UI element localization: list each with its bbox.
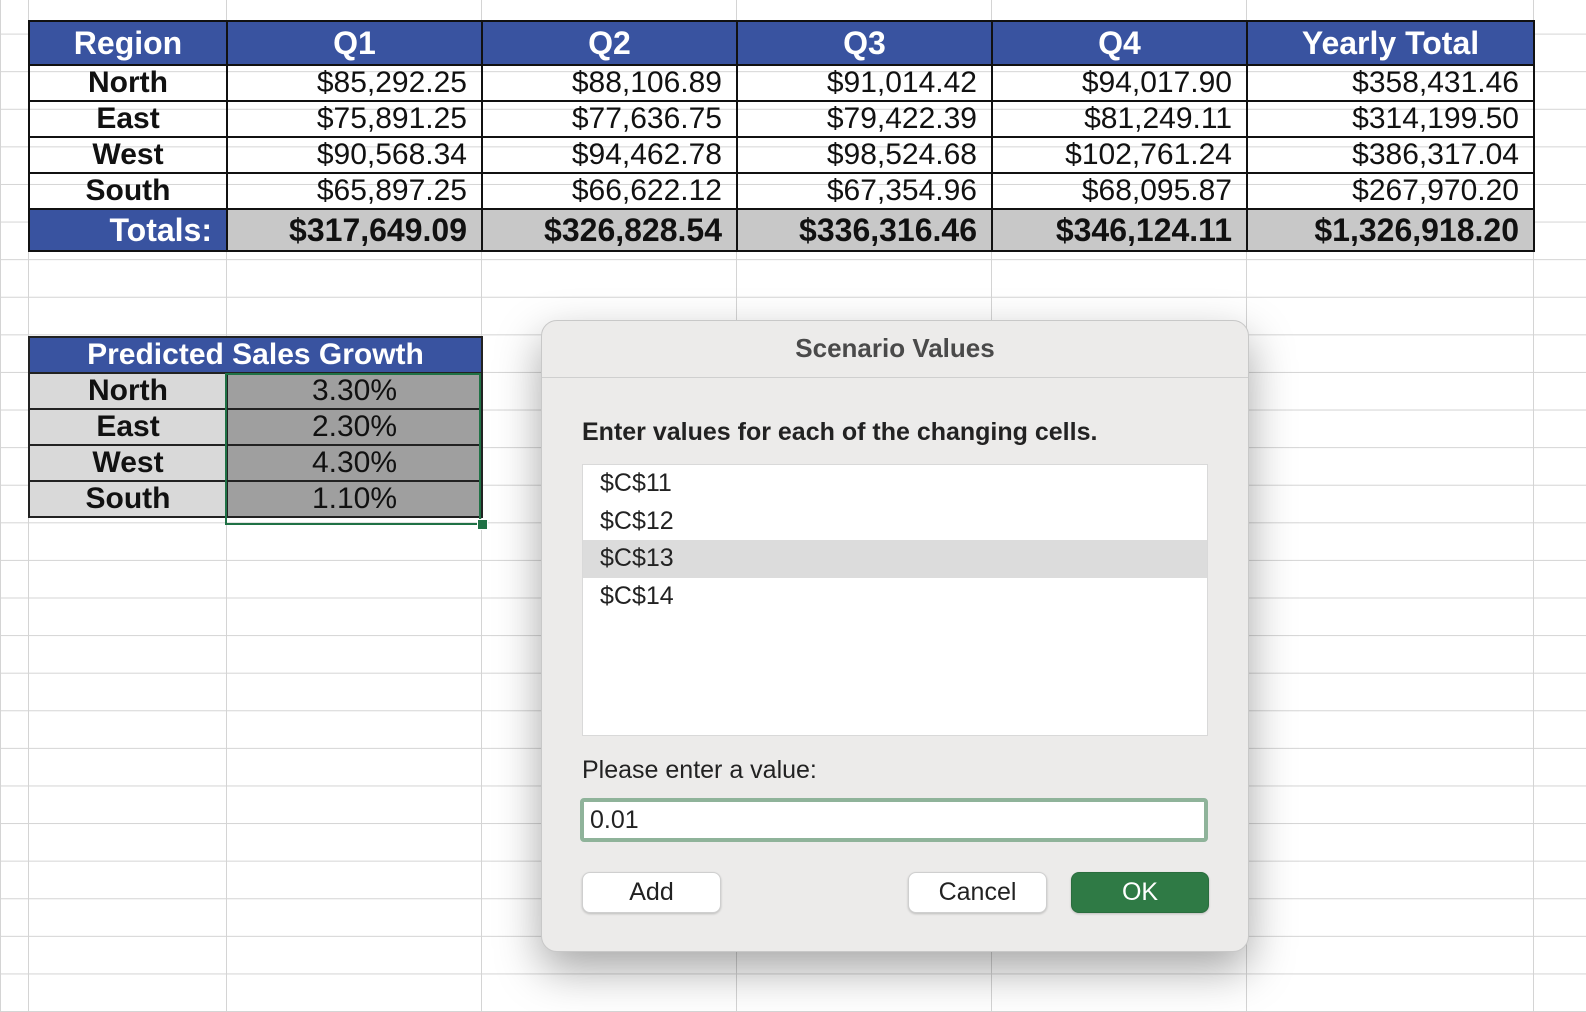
region-cell[interactable]: East [28,408,228,446]
value-cell[interactable]: $358,431.46 [1246,64,1535,102]
totals-label[interactable]: Totals: [28,208,228,252]
value-cell[interactable]: $81,249.11 [991,100,1248,138]
sales-header-row: Region Q1 Q2 Q3 Q4 Yearly Total [28,20,1535,66]
value-cell[interactable]: $267,970.20 [1246,172,1535,210]
value-cell[interactable]: $66,622.12 [481,172,738,210]
region-cell[interactable]: North [28,64,228,102]
list-item[interactable]: $C$14 [583,578,1207,616]
dialog-prompt: Enter values for each of the changing ce… [582,418,1098,446]
region-cell[interactable]: West [28,136,228,174]
table-row: North 3.30% [28,372,483,410]
value-cell[interactable]: $79,422.39 [736,100,993,138]
header-cell[interactable]: Q4 [991,20,1248,66]
header-cell[interactable]: Q3 [736,20,993,66]
table-row: West $90,568.34 $94,462.78 $98,524.68 $1… [28,136,1535,174]
fill-handle[interactable] [477,519,488,530]
value-cell[interactable]: $314,199.50 [1246,100,1535,138]
add-button[interactable]: Add [582,872,721,913]
value-cell[interactable]: $77,636.75 [481,100,738,138]
cancel-button[interactable]: Cancel [908,872,1047,913]
growth-title[interactable]: Predicted Sales Growth [28,336,483,374]
header-cell[interactable]: Yearly Total [1246,20,1535,66]
list-item-selected[interactable]: $C$13 [583,540,1207,578]
value-cell[interactable]: $91,014.42 [736,64,993,102]
totals-row: Totals: $317,649.09 $326,828.54 $336,316… [28,208,1535,252]
table-row: East 2.30% [28,408,483,446]
value-cell[interactable]: $94,462.78 [481,136,738,174]
table-row: East $75,891.25 $77,636.75 $79,422.39 $8… [28,100,1535,138]
growth-cell[interactable]: 1.10% [226,480,483,518]
value-cell[interactable]: $65,897.25 [226,172,483,210]
table-row: North $85,292.25 $88,106.89 $91,014.42 $… [28,64,1535,102]
value-label: Please enter a value: [582,756,817,784]
header-cell[interactable]: Region [28,20,228,66]
total-cell[interactable]: $326,828.54 [481,208,738,252]
total-cell[interactable]: $317,649.09 [226,208,483,252]
value-cell[interactable]: $75,891.25 [226,100,483,138]
value-cell[interactable]: $94,017.90 [991,64,1248,102]
growth-table: Predicted Sales Growth North 3.30% East … [28,336,483,518]
growth-header-row: Predicted Sales Growth [28,336,483,374]
value-cell[interactable]: $90,568.34 [226,136,483,174]
total-cell[interactable]: $346,124.11 [991,208,1248,252]
total-cell[interactable]: $336,316.46 [736,208,993,252]
growth-cell[interactable]: 3.30% [226,372,483,410]
value-cell[interactable]: $68,095.87 [991,172,1248,210]
list-item[interactable]: $C$11 [583,465,1207,503]
region-cell[interactable]: East [28,100,228,138]
ok-button[interactable]: OK [1071,872,1209,913]
header-cell[interactable]: Q2 [481,20,738,66]
region-cell[interactable]: South [28,480,228,518]
table-row: South 1.10% [28,480,483,518]
table-row: South $65,897.25 $66,622.12 $67,354.96 $… [28,172,1535,210]
total-cell[interactable]: $1,326,918.20 [1246,208,1535,252]
value-cell[interactable]: $67,354.96 [736,172,993,210]
value-cell[interactable]: $102,761.24 [991,136,1248,174]
table-row: West 4.30% [28,444,483,482]
value-cell[interactable]: $88,106.89 [481,64,738,102]
region-cell[interactable]: North [28,372,228,410]
value-cell[interactable]: $98,524.68 [736,136,993,174]
sales-table: Region Q1 Q2 Q3 Q4 Yearly Total North $8… [28,20,1535,252]
list-item[interactable]: $C$12 [583,503,1207,541]
changing-cells-list[interactable]: $C$11 $C$12 $C$13 $C$14 [582,464,1208,736]
value-cell[interactable]: $85,292.25 [226,64,483,102]
value-cell[interactable]: $386,317.04 [1246,136,1535,174]
scenario-values-dialog: Scenario Values Enter values for each of… [541,320,1249,952]
value-input[interactable] [580,798,1208,842]
header-cell[interactable]: Q1 [226,20,483,66]
region-cell[interactable]: West [28,444,228,482]
growth-cell[interactable]: 4.30% [226,444,483,482]
dialog-title: Scenario Values [795,333,995,363]
growth-cell[interactable]: 2.30% [226,408,483,446]
dialog-divider [542,377,1248,378]
region-cell[interactable]: South [28,172,228,210]
